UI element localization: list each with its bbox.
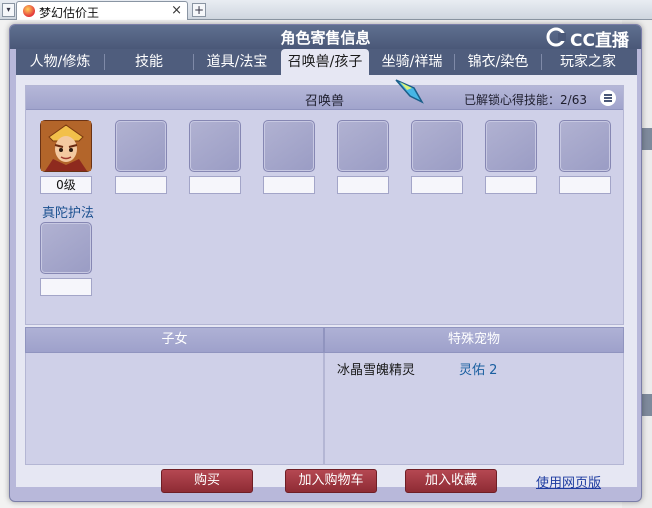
pet-portrait-icon (41, 121, 91, 171)
pet-avatar-slot[interactable] (40, 120, 92, 172)
tab-summons-children[interactable]: 召唤兽/孩子 (281, 49, 369, 75)
browser-tab[interactable]: 梦幻估价王 × (16, 1, 188, 20)
skill-progress: 已解锁心得技能：2/63 (464, 93, 587, 107)
pet-slot[interactable] (559, 120, 611, 172)
pet-name[interactable]: 真陀护法 (42, 202, 94, 221)
close-icon[interactable]: × (171, 3, 182, 18)
buy-button[interactable]: 购买 (161, 469, 253, 493)
pet-slot-label (263, 176, 315, 194)
cc-live-logo: CC直播 (546, 27, 636, 51)
cc-logo-icon (546, 27, 566, 47)
pet-level: 0级 (40, 176, 92, 194)
pet-slot-label (189, 176, 241, 194)
add-to-favorites-button[interactable]: 加入收藏 (405, 469, 497, 493)
web-version-link[interactable]: 使用网页版 (536, 472, 601, 491)
pet-slot-label (115, 176, 167, 194)
plus-icon: + (193, 3, 205, 17)
tab-title: 梦幻估价王 (39, 6, 100, 20)
pet-slot-label (411, 176, 463, 194)
new-tab-button[interactable]: + (192, 3, 206, 17)
pet-slot-label (485, 176, 537, 194)
tab-content: 召唤兽 已解锁心得技能：2/63 0级 真陀护法 子女 特殊宠物 冰晶雪魄精灵 … (16, 75, 637, 487)
pet-slot[interactable] (189, 120, 241, 172)
special-pet-value: 灵佑 2 (459, 363, 498, 378)
children-special-section: 子女 特殊宠物 冰晶雪魄精灵 灵佑 2 (25, 327, 624, 467)
pet-slot[interactable] (337, 120, 389, 172)
pet-slot[interactable] (115, 120, 167, 172)
list-menu-icon[interactable] (600, 90, 616, 106)
special-pet-name: 冰晶雪魄精灵 (337, 363, 416, 378)
tab-items-treasures[interactable]: 道具/法宝 (194, 49, 280, 75)
pet-slot[interactable] (485, 120, 537, 172)
dialog-header: 角色寄售信息 CC直播 (10, 25, 641, 51)
pet-slot[interactable] (411, 120, 463, 172)
children-heading: 子女 (25, 327, 324, 353)
tab-player-home[interactable]: 玩家之家 (542, 49, 634, 75)
summon-panel: 召唤兽 已解锁心得技能：2/63 0级 真陀护法 (25, 79, 624, 325)
special-pets-list: 冰晶雪魄精灵 灵佑 2 (324, 353, 624, 465)
category-tabs: 人物/修炼 技能 道具/法宝 召唤兽/孩子 坐骑/祥瑞 锦衣/染色 玩家之家 (16, 49, 637, 75)
special-pets-heading: 特殊宠物 (324, 327, 624, 353)
tab-scroll-button[interactable]: ▾ (2, 3, 15, 17)
pet-slot[interactable] (40, 222, 92, 274)
favicon-icon (23, 5, 35, 17)
role-sale-dialog: 角色寄售信息 CC直播 人物/修炼 技能 道具/法宝 召唤兽/孩子 坐骑/祥瑞 … (9, 24, 642, 502)
pointer-cursor-icon (395, 79, 424, 104)
tab-mounts[interactable]: 坐骑/祥瑞 (370, 49, 454, 75)
chevron-down-icon: ▾ (6, 5, 11, 14)
pet-slot-label (337, 176, 389, 194)
tab-skills[interactable]: 技能 (105, 49, 193, 75)
pet-slot-label (40, 278, 92, 296)
tab-outfits-dyes[interactable]: 锦衣/染色 (455, 49, 541, 75)
logo-text: CC直播 (570, 31, 629, 51)
add-to-cart-button[interactable]: 加入购物车 (285, 469, 377, 493)
children-list (25, 353, 324, 465)
pet-slot[interactable] (263, 120, 315, 172)
tab-character-cultivation[interactable]: 人物/修炼 (16, 49, 104, 75)
pet-slot-label (559, 176, 611, 194)
summon-panel-header: 召唤兽 已解锁心得技能：2/63 (26, 86, 623, 110)
browser-tab-strip: ▾ 梦幻估价王 × + (0, 0, 652, 20)
